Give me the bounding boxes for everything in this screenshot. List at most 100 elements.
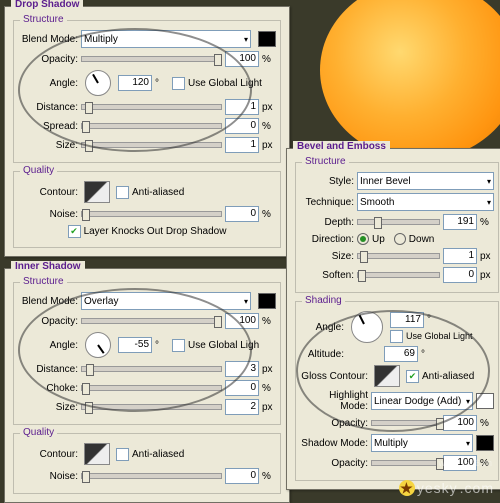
distance-input[interactable]: 1	[225, 99, 259, 115]
select-value: Overlay	[84, 296, 118, 307]
label: Size:	[18, 140, 78, 151]
style-select[interactable]: Inner Bevel	[357, 172, 494, 190]
label: Angle:	[18, 340, 78, 351]
highlight-opacity-input[interactable]: 100	[443, 415, 477, 431]
unit: %	[480, 217, 494, 228]
opacity-input[interactable]: 100	[225, 51, 259, 67]
depth-input[interactable]: 191	[443, 214, 477, 230]
label: Size:	[300, 251, 354, 262]
checkbox-label: Use Global Ligh	[188, 340, 259, 351]
contour-picker[interactable]	[84, 181, 110, 203]
antialias-checkbox[interactable]	[116, 448, 129, 461]
highlight-color[interactable]	[476, 393, 494, 409]
watermark: ★yesky.com	[399, 480, 494, 496]
direction-down-radio[interactable]	[394, 233, 406, 245]
distance-input[interactable]: 3	[225, 361, 259, 377]
label: Altitude:	[300, 349, 344, 360]
quality-section: Quality Contour:Anti-aliased Noise:0%	[13, 433, 281, 494]
checkbox-label: Anti-aliased	[132, 449, 184, 460]
watermark-tld: .com	[460, 480, 494, 496]
gloss-contour-picker[interactable]	[374, 365, 400, 387]
label: Contour:	[18, 449, 78, 460]
unit: px	[262, 364, 276, 375]
soften-slider[interactable]	[357, 272, 440, 278]
section-title: Shading	[302, 295, 345, 306]
unit: px	[480, 251, 494, 262]
label: Angle:	[300, 322, 344, 333]
panel-title: Inner Shadow	[11, 261, 85, 272]
label: Noise:	[18, 471, 78, 482]
opacity-slider[interactable]	[81, 318, 222, 324]
shadow-opacity-slider[interactable]	[371, 460, 440, 466]
structure-section: Structure Blend Mode:Multiply Opacity:10…	[13, 20, 281, 163]
watermark-sub: www.1606.cn	[438, 458, 492, 468]
altitude-input[interactable]: 69	[384, 346, 418, 362]
blend-mode-select[interactable]: Overlay	[81, 292, 251, 310]
noise-slider[interactable]	[81, 211, 222, 217]
section-title: Quality	[20, 427, 57, 438]
unit: px	[262, 102, 276, 113]
spread-input[interactable]: 0	[225, 118, 259, 134]
size-input[interactable]: 2	[225, 399, 259, 415]
label: Opacity:	[18, 316, 78, 327]
angle-dial[interactable]	[85, 70, 111, 96]
angle-dial[interactable]	[85, 332, 111, 358]
direction-up-radio[interactable]	[357, 233, 369, 245]
color-swatch[interactable]	[258, 293, 276, 309]
contour-picker[interactable]	[84, 443, 110, 465]
inner-shadow-panel: Inner Shadow Structure Blend Mode:Overla…	[4, 268, 290, 503]
antialias-checkbox[interactable]	[116, 186, 129, 199]
noise-slider[interactable]	[81, 473, 222, 479]
highlight-mode-select[interactable]: Linear Dodge (Add)	[371, 392, 473, 410]
angle-input[interactable]: 117	[390, 312, 424, 328]
label: Contour:	[18, 187, 78, 198]
label: Gloss Contour:	[300, 371, 368, 382]
global-light-checkbox[interactable]	[172, 77, 185, 90]
select-value: Linear Dodge (Add)	[374, 396, 461, 407]
size-slider[interactable]	[81, 404, 222, 410]
shading-section: Shading Angle:117°Use Global Light Altit…	[295, 301, 499, 481]
angle-input[interactable]: -55	[118, 337, 152, 353]
size-input[interactable]: 1	[225, 137, 259, 153]
global-light-checkbox[interactable]	[172, 339, 185, 352]
checkbox-label: Use Global Light	[188, 78, 262, 89]
panel-title: Bevel and Emboss	[293, 141, 390, 152]
opacity-input[interactable]: 100	[225, 313, 259, 329]
blend-mode-select[interactable]: Multiply	[81, 30, 251, 48]
unit: °	[421, 349, 425, 360]
choke-slider[interactable]	[81, 385, 222, 391]
unit: px	[480, 270, 494, 281]
antialias-checkbox[interactable]: ✔	[406, 370, 419, 383]
distance-slider[interactable]	[81, 366, 222, 372]
angle-dial[interactable]	[351, 311, 383, 343]
logo-icon: ★	[399, 480, 415, 496]
technique-select[interactable]: Smooth	[357, 193, 494, 211]
global-light-checkbox[interactable]	[390, 330, 403, 343]
depth-slider[interactable]	[357, 219, 440, 225]
color-swatch[interactable]	[258, 31, 276, 47]
noise-input[interactable]: 0	[225, 206, 259, 222]
label: Choke:	[18, 383, 78, 394]
size-input[interactable]: 1	[443, 248, 477, 264]
checkbox-label: Use Global Light	[406, 331, 473, 341]
unit: °	[155, 78, 169, 89]
soften-input[interactable]: 0	[443, 267, 477, 283]
select-value: Multiply	[374, 438, 408, 449]
highlight-opacity-slider[interactable]	[371, 420, 440, 426]
label: Opacity:	[18, 54, 78, 65]
spread-slider[interactable]	[81, 123, 222, 129]
knockout-checkbox[interactable]: ✔	[68, 225, 81, 238]
select-value: Multiply	[84, 34, 118, 45]
radio-label: Up	[372, 234, 385, 245]
size-slider[interactable]	[81, 142, 222, 148]
noise-input[interactable]: 0	[225, 468, 259, 484]
shadow-mode-select[interactable]: Multiply	[371, 434, 473, 452]
label: Angle:	[18, 78, 78, 89]
size-slider[interactable]	[357, 253, 440, 259]
unit: °	[155, 340, 169, 351]
distance-slider[interactable]	[81, 104, 222, 110]
opacity-slider[interactable]	[81, 56, 222, 62]
angle-input[interactable]: 120	[118, 75, 152, 91]
shadow-color[interactable]	[476, 435, 494, 451]
choke-input[interactable]: 0	[225, 380, 259, 396]
